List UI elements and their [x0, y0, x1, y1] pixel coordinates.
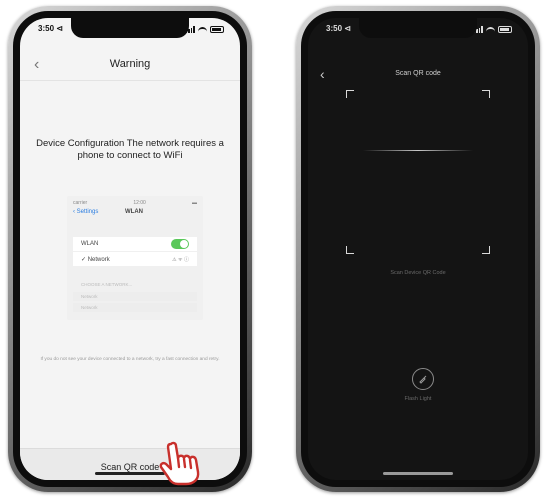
status-time: 3:50 ⊲	[326, 24, 351, 33]
illustration-network-row: ✓ Network ⚠ ᯤ ⓘ	[73, 252, 197, 266]
scan-frame-corner-top-left	[346, 90, 354, 98]
illustration-wlan-label: WLAN	[81, 241, 99, 247]
status-time: 3:50 ⊲	[38, 24, 63, 33]
page-title: Warning	[109, 58, 151, 70]
illustration-nav: ‹ Settings WLAN	[73, 209, 197, 215]
illustration-wlan-row: WLAN	[73, 237, 197, 251]
pointing-hand-icon	[159, 441, 200, 486]
scan-qr-button[interactable]: Scan QR code	[20, 448, 240, 480]
phone-bezel: 3:50 ⊲ ‹ Scan QR code Scan Device QR Cod…	[301, 11, 535, 487]
scan-hint: Scan Device QR Code	[390, 270, 446, 276]
scan-qr-screen: 3:50 ⊲ ‹ Scan QR code Scan Device QR Cod…	[308, 18, 528, 480]
illustration-time: 12:00	[133, 200, 146, 206]
home-indicator	[383, 472, 453, 475]
illustration-back-link: ‹ Settings	[73, 209, 99, 215]
illustration-status-bar: carrier 12:00 ▬	[73, 200, 197, 206]
warning-screen: 3:50 ⊲ ‹ Warning Device Configuration Th…	[20, 18, 240, 480]
illustration-wlan-toggle	[171, 239, 189, 249]
scan-frame-corner-bottom-left	[346, 246, 354, 254]
scan-frame-corner-bottom-right	[482, 246, 490, 254]
wifi-icon	[486, 27, 495, 33]
battery-icon	[210, 26, 224, 33]
illustration-choose-header: CHOOSE A NETWORK...	[73, 280, 197, 289]
illustration-other-network-row: Network	[73, 292, 197, 301]
illustration-battery-icon: ▬	[192, 200, 197, 206]
battery-icon	[498, 26, 512, 33]
left-phone: 3:50 ⊲ ‹ Warning Device Configuration Th…	[8, 6, 252, 492]
illustration-choose-label: CHOOSE A NETWORK...	[81, 282, 133, 287]
warning-message: Device Configuration The network require…	[36, 138, 224, 161]
wifi-settings-illustration: carrier 12:00 ▬ ‹ Settings WLAN WLAN ✓ N…	[67, 196, 203, 320]
status-icons	[473, 26, 512, 33]
scan-line	[363, 150, 473, 151]
illustration-title: WLAN	[125, 209, 143, 215]
scan-frame-corner-top-right	[482, 90, 490, 98]
flashlight-icon	[419, 375, 427, 384]
flashlight-button[interactable]	[412, 368, 434, 390]
flashlight-label: Flash Light	[404, 396, 432, 402]
page-title: Scan QR code	[395, 70, 441, 77]
right-phone: 3:50 ⊲ ‹ Scan QR code Scan Device QR Cod…	[296, 6, 540, 492]
illustration-other-network-1: Network	[81, 294, 98, 299]
footnote-text: If you do not see your device connected …	[40, 357, 220, 362]
notch	[359, 18, 477, 38]
illustration-other-network-2: Network	[81, 305, 98, 310]
wifi-icon	[198, 27, 207, 33]
phone-bezel: 3:50 ⊲ ‹ Warning Device Configuration Th…	[13, 11, 247, 487]
home-indicator	[95, 472, 165, 475]
illustration-other-network-row: Network	[73, 303, 197, 312]
status-icons	[185, 26, 224, 33]
notch	[71, 18, 189, 38]
nav-bar: ‹ Warning	[20, 50, 240, 81]
illustration-carrier: carrier	[73, 200, 88, 206]
illustration-network-icons: ⚠ ᯤ ⓘ	[172, 257, 189, 263]
illustration-network-label: ✓ Network	[81, 257, 110, 263]
